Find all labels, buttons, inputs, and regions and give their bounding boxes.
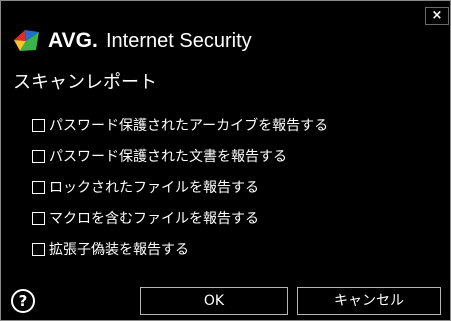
- option-label: パスワード保護された文書を報告する: [49, 149, 287, 165]
- option-report-macro-files[interactable]: マクロを含むファイルを報告する: [32, 208, 259, 228]
- option-report-extension-spoofing[interactable]: 拡張子偽装を報告する: [32, 239, 189, 259]
- brand-name: AVG.: [48, 29, 98, 52]
- option-label: マクロを含むファイルを報告する: [49, 211, 259, 227]
- cancel-button[interactable]: キャンセル: [297, 287, 441, 315]
- help-icon[interactable]: ?: [11, 289, 35, 313]
- option-report-locked-files[interactable]: ロックされたファイルを報告する: [32, 177, 259, 197]
- option-label: パスワード保護されたアーカイブを報告する: [49, 118, 329, 134]
- checkbox-icon[interactable]: [32, 118, 45, 132]
- product-name: Internet Security: [106, 30, 252, 52]
- option-label: 拡張子偽装を報告する: [49, 242, 189, 258]
- close-button[interactable]: ×: [425, 7, 449, 25]
- dialog-window: AVG. Internet Security × スキャンレポート パスワード保…: [0, 0, 451, 321]
- close-icon: ×: [431, 8, 443, 23]
- checkbox-icon[interactable]: [32, 149, 45, 163]
- checkbox-icon[interactable]: [32, 242, 45, 256]
- ok-button[interactable]: OK: [140, 287, 288, 315]
- checkbox-icon[interactable]: [32, 211, 45, 225]
- section-title: スキャンレポート: [13, 72, 157, 93]
- title-bar: AVG. Internet Security ×: [2, 2, 449, 60]
- option-report-password-documents[interactable]: パスワード保護された文書を報告する: [32, 146, 287, 166]
- option-report-password-archives[interactable]: パスワード保護されたアーカイブを報告する: [32, 115, 328, 135]
- avg-logo-icon: [14, 30, 39, 51]
- checkbox-icon[interactable]: [32, 180, 45, 194]
- option-label: ロックされたファイルを報告する: [49, 180, 259, 196]
